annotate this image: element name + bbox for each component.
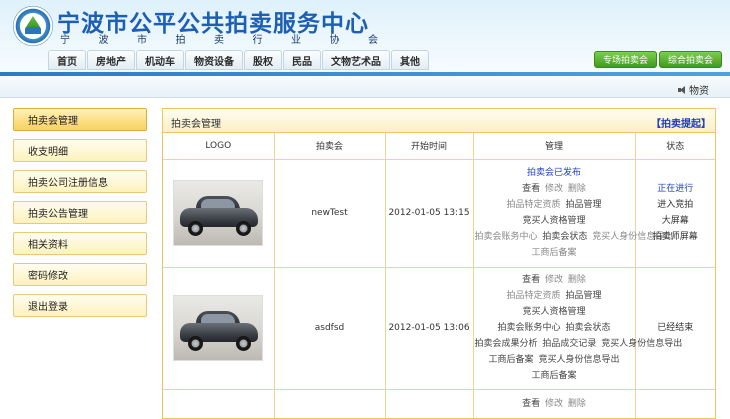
news-ticker[interactable]: 物资 <box>678 82 709 97</box>
delete-link[interactable]: 删除 <box>568 184 586 194</box>
table-row: asdfsd 2012-01-05 13:06 查看 修改 删除 拍品特定资质 … <box>163 267 715 390</box>
status-badge: 已经结束 <box>657 323 694 333</box>
sidebar-item-company-info[interactable]: 拍卖公司注册信息 <box>13 170 147 193</box>
auction-name <box>274 389 386 418</box>
delete-link[interactable]: 删除 <box>568 275 586 285</box>
management-cell: 拍卖会已发布 查看 修改 删除 拍品特定资质 拍品管理 竞买人资格管理 拍卖会账… <box>473 159 673 268</box>
status-cell <box>635 389 715 418</box>
special-auction-button[interactable]: 专场拍卖会 <box>594 51 658 68</box>
association-logo <box>13 6 53 46</box>
auction-status-link[interactable]: 拍卖会状态 <box>565 323 610 333</box>
logo-cell <box>163 159 275 268</box>
table-row: 查看 修改 删除 <box>163 389 715 418</box>
edit-link[interactable]: 修改 <box>545 399 563 409</box>
lot-management-link[interactable]: 拍品管理 <box>565 200 601 210</box>
panel-header: 拍卖会管理 【拍卖提起】 <box>163 109 715 133</box>
status-cell: 已经结束 <box>635 267 715 390</box>
edit-link[interactable]: 修改 <box>545 184 563 194</box>
lot-qualification-link[interactable]: 拍品特定资质 <box>507 291 561 301</box>
status-badge: 正在进行 <box>657 184 694 194</box>
nav-vehicles[interactable]: 机动车 <box>136 50 184 70</box>
delete-link[interactable]: 删除 <box>568 399 586 409</box>
logo-cell <box>163 267 275 390</box>
nav-artworks[interactable]: 文物艺术品 <box>322 50 390 70</box>
column-header-management: 管理 <box>473 133 636 160</box>
deal-record-link[interactable]: 拍品成交记录 <box>542 339 596 349</box>
car-thumbnail-image <box>173 295 264 361</box>
management-cell: 查看 修改 删除 <box>473 389 636 418</box>
sidebar-item-auction-management[interactable]: 拍卖会管理 <box>13 108 147 131</box>
sidebar-item-change-password[interactable]: 密码修改 <box>13 263 147 286</box>
logo-cell <box>163 389 275 418</box>
management-cell: 查看 修改 删除 拍品特定资质 拍品管理 竞买人资格管理 拍卖会账务中心 拍卖会… <box>473 267 682 390</box>
car-thumbnail-image <box>173 180 264 246</box>
commerce-record-link[interactable]: 工商后备案 <box>531 248 576 258</box>
bidder-info-export-link-2[interactable]: 竞买人身份信息导出 <box>538 355 619 365</box>
view-link[interactable]: 查看 <box>522 275 540 285</box>
status-cell: 正在进行 进入竞拍 大屏幕 拍卖师屏幕 <box>635 159 716 268</box>
view-link[interactable]: 查看 <box>522 399 540 409</box>
auction-management-panel: 拍卖会管理 【拍卖提起】 LOGO 拍卖会 开始时间 管理 状态 newTest… <box>162 108 716 419</box>
account-center-link[interactable]: 拍卖会账务中心 <box>475 232 538 242</box>
start-time <box>385 389 474 418</box>
sidebar-item-income-expense[interactable]: 收支明细 <box>13 139 147 162</box>
auction-status-link[interactable]: 拍卖会状态 <box>542 232 587 242</box>
general-auction-button[interactable]: 综合拍卖会 <box>659 51 723 68</box>
nav-home[interactable]: 首页 <box>48 50 86 70</box>
view-link[interactable]: 查看 <box>522 184 540 194</box>
lot-qualification-link[interactable]: 拍品特定资质 <box>507 200 561 210</box>
sidebar-item-announcements[interactable]: 拍卖公告管理 <box>13 201 147 224</box>
lot-management-link[interactable]: 拍品管理 <box>565 291 601 301</box>
ticker-text: 物资 <box>689 86 709 97</box>
site-header: 宁波市公平公共拍卖服务中心 宁 波 市 拍 卖 行 业 协 会 首页 房地产 机… <box>0 0 730 75</box>
create-auction-link[interactable]: 【拍卖提起】 <box>651 115 711 130</box>
account-center-link[interactable]: 拍卖会账务中心 <box>498 323 561 333</box>
auction-name: asdfsd <box>274 267 386 390</box>
site-subtitle: 宁 波 市 拍 卖 行 业 协 会 <box>60 35 378 46</box>
result-analysis-link[interactable]: 拍卖会成果分析 <box>475 339 538 349</box>
nav-other[interactable]: 其他 <box>391 50 429 70</box>
speaker-icon <box>678 85 687 94</box>
published-link[interactable]: 拍卖会已发布 <box>527 168 581 178</box>
nav-equipment[interactable]: 物资设备 <box>185 50 243 70</box>
column-header-status: 状态 <box>635 133 715 160</box>
sidebar: 拍卖会管理 收支明细 拍卖公司注册信息 拍卖公告管理 相关资料 密码修改 退出登… <box>13 108 147 325</box>
start-time: 2012-01-05 13:15 <box>385 159 474 268</box>
bidder-qualification-link[interactable]: 竞买人资格管理 <box>522 216 585 226</box>
column-header-logo: LOGO <box>163 133 275 160</box>
main-nav: 首页 房地产 机动车 物资设备 股权 民品 文物艺术品 其他 <box>48 50 430 70</box>
edit-link[interactable]: 修改 <box>545 275 563 285</box>
commerce-record-link[interactable]: 工商后备案 <box>489 355 534 365</box>
auction-name: newTest <box>274 159 386 268</box>
sidebar-item-documents[interactable]: 相关资料 <box>13 232 147 255</box>
table-header-row: LOGO 拍卖会 开始时间 管理 状态 <box>163 133 715 160</box>
auction-table: LOGO 拍卖会 开始时间 管理 状态 newTest 2012-01-05 1… <box>163 133 716 418</box>
nav-civil-goods[interactable]: 民品 <box>283 50 321 70</box>
big-screen-link[interactable]: 大屏幕 <box>636 213 716 229</box>
nav-equity[interactable]: 股权 <box>244 50 282 70</box>
column-header-start-time: 开始时间 <box>385 133 474 160</box>
nav-real-estate[interactable]: 房地产 <box>87 50 135 70</box>
bidder-info-export-link[interactable]: 竞买人身份信息导出 <box>601 339 682 349</box>
commerce-record-link-2[interactable]: 工商后备案 <box>531 371 576 381</box>
sidebar-item-logout[interactable]: 退出登录 <box>13 294 147 317</box>
start-time: 2012-01-05 13:06 <box>385 267 474 390</box>
bidder-qualification-link[interactable]: 竞买人资格管理 <box>522 307 585 317</box>
table-row: newTest 2012-01-05 13:15 拍卖会已发布 查看 修改 删除… <box>163 159 716 268</box>
panel-title: 拍卖会管理 <box>171 119 221 130</box>
ticker-bar: 物资 <box>0 76 730 98</box>
enter-bidding-link[interactable]: 进入竞拍 <box>636 197 716 213</box>
column-header-auction: 拍卖会 <box>274 133 386 160</box>
